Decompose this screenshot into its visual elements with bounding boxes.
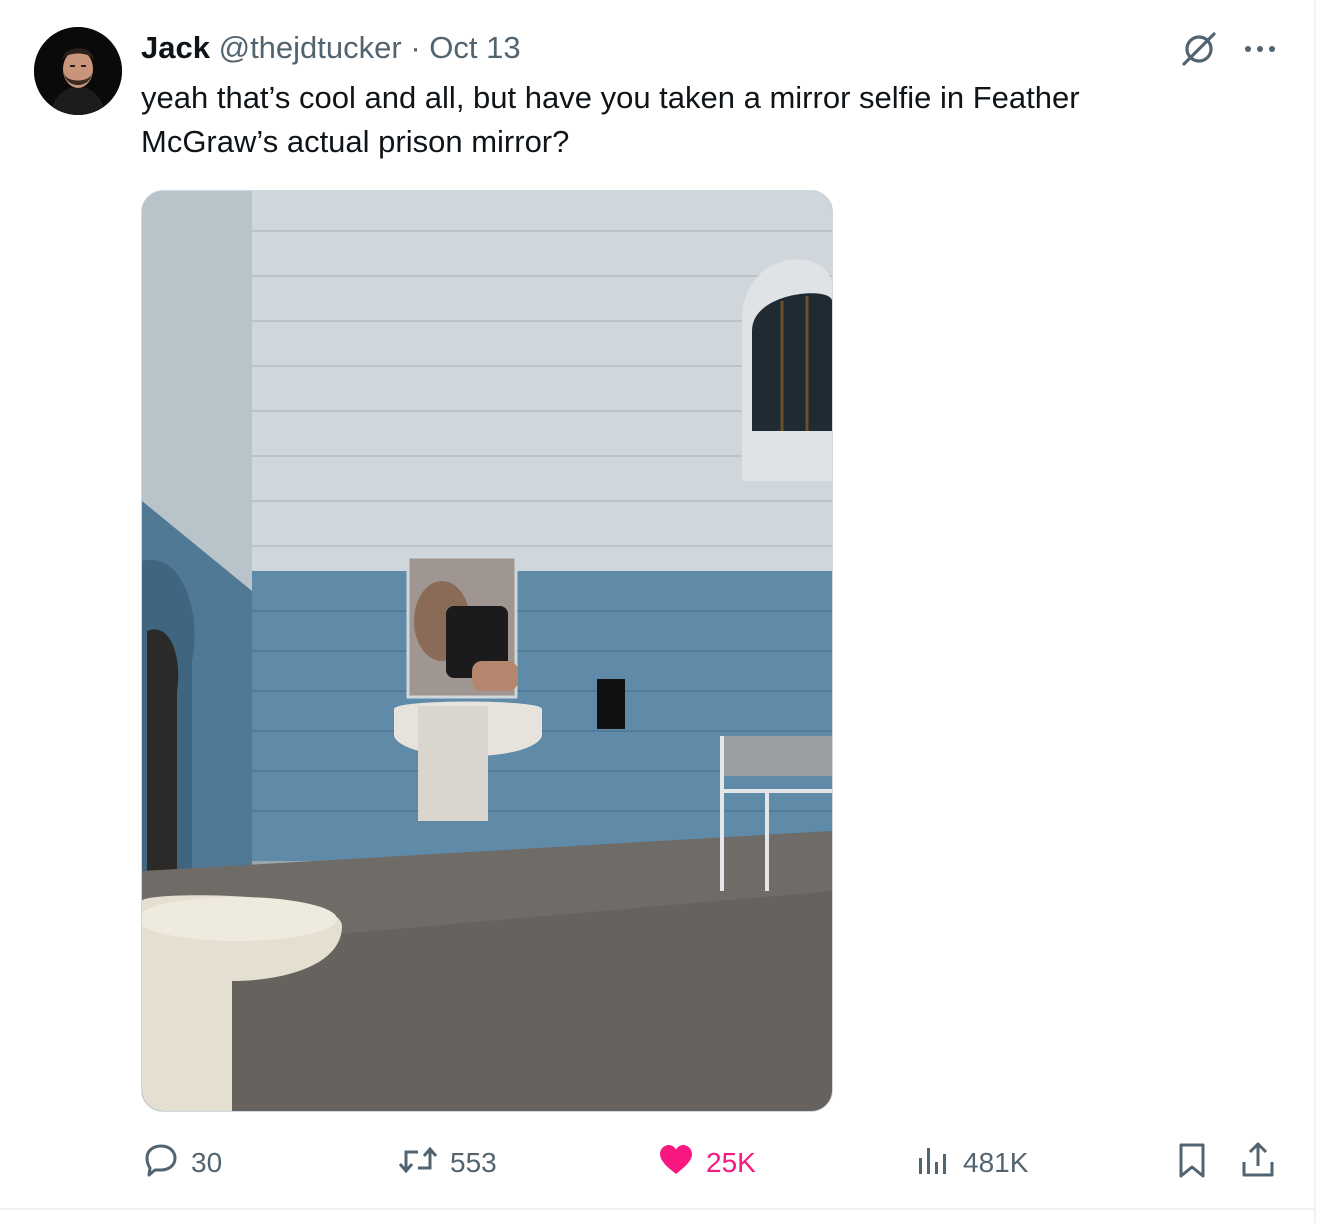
- reply-count: 30: [191, 1147, 223, 1178]
- like-button[interactable]: 25K: [656, 1138, 756, 1188]
- share-icon: [1238, 1140, 1278, 1187]
- avatar[interactable]: [34, 27, 122, 115]
- more-icon[interactable]: [1240, 32, 1280, 64]
- views-button[interactable]: 481K: [913, 1138, 1028, 1188]
- grok-icon[interactable]: [1178, 28, 1220, 70]
- share-button[interactable]: [1238, 1138, 1278, 1188]
- views-icon: [913, 1140, 953, 1187]
- bookmark-button[interactable]: [1172, 1138, 1212, 1188]
- tweet-photo[interactable]: [141, 190, 833, 1112]
- tweet-date[interactable]: Oct 13: [429, 30, 520, 65]
- retweet-button[interactable]: 553: [396, 1138, 497, 1188]
- tweet-bottom-divider: [0, 1208, 1316, 1210]
- reply-button[interactable]: 30: [141, 1138, 222, 1188]
- author-handle[interactable]: @thejdtucker: [219, 30, 402, 65]
- reply-icon: [141, 1140, 181, 1187]
- author-name[interactable]: Jack: [141, 30, 210, 65]
- timeline-right-border: [1314, 0, 1316, 1224]
- tweet-text: yeah that’s cool and all, but have you t…: [141, 80, 1080, 159]
- action-bar: 30 553 25K 481K: [0, 1138, 1316, 1188]
- retweet-icon: [396, 1140, 440, 1187]
- bookmark-icon: [1172, 1140, 1212, 1187]
- tweet-header: Jack @thejdtucker · Oct 13: [141, 28, 521, 68]
- header-separator: ·: [410, 30, 421, 65]
- heart-icon: [656, 1140, 696, 1187]
- like-count: 25K: [706, 1147, 756, 1178]
- views-count: 481K: [963, 1147, 1029, 1178]
- retweet-count: 553: [450, 1147, 497, 1178]
